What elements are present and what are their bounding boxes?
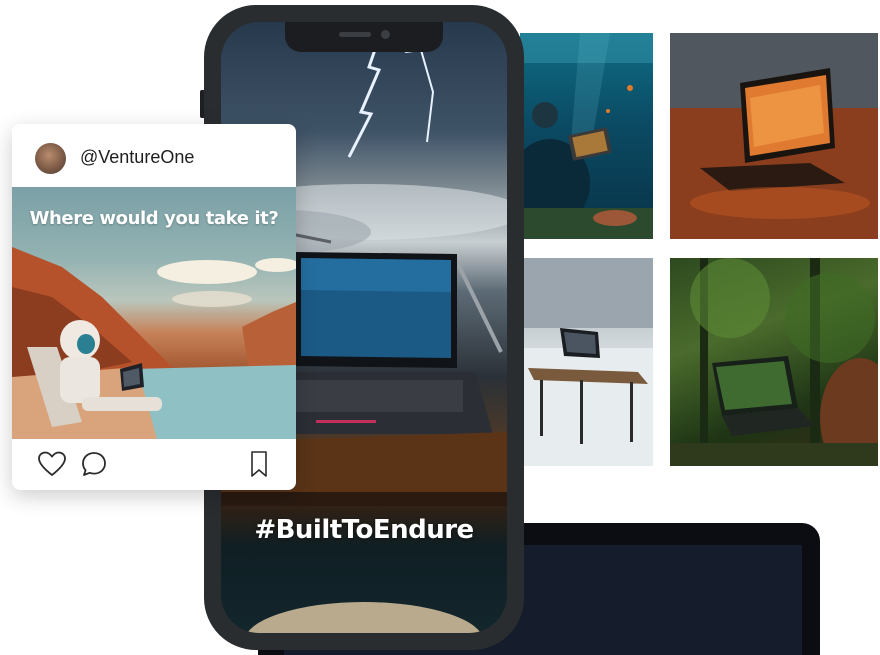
- heart-icon[interactable]: [37, 449, 67, 479]
- post-caption: Where would you take it?: [29, 208, 279, 229]
- phone-camera: [381, 30, 390, 39]
- comment-icon[interactable]: [79, 449, 109, 479]
- avatar[interactable]: [35, 143, 66, 174]
- phone-speaker: [339, 32, 371, 37]
- jungle-laptop-photo: [670, 258, 878, 466]
- social-post-card: @VentureOne Where would you take it?: [12, 124, 296, 490]
- phone-notch: [285, 22, 443, 52]
- underwater-laptop-photo: [520, 33, 653, 239]
- lava-laptop-photo: [670, 33, 878, 239]
- ice-desk-laptop-photo: [520, 258, 653, 466]
- post-actions: [12, 439, 296, 490]
- post-username[interactable]: @VentureOne: [80, 147, 194, 168]
- post-image: Where would you take it?: [12, 187, 296, 439]
- bookmark-icon[interactable]: [244, 449, 274, 479]
- hashtag-text: #BuiltToEndure: [254, 515, 474, 545]
- post-header: @VentureOne: [12, 124, 296, 187]
